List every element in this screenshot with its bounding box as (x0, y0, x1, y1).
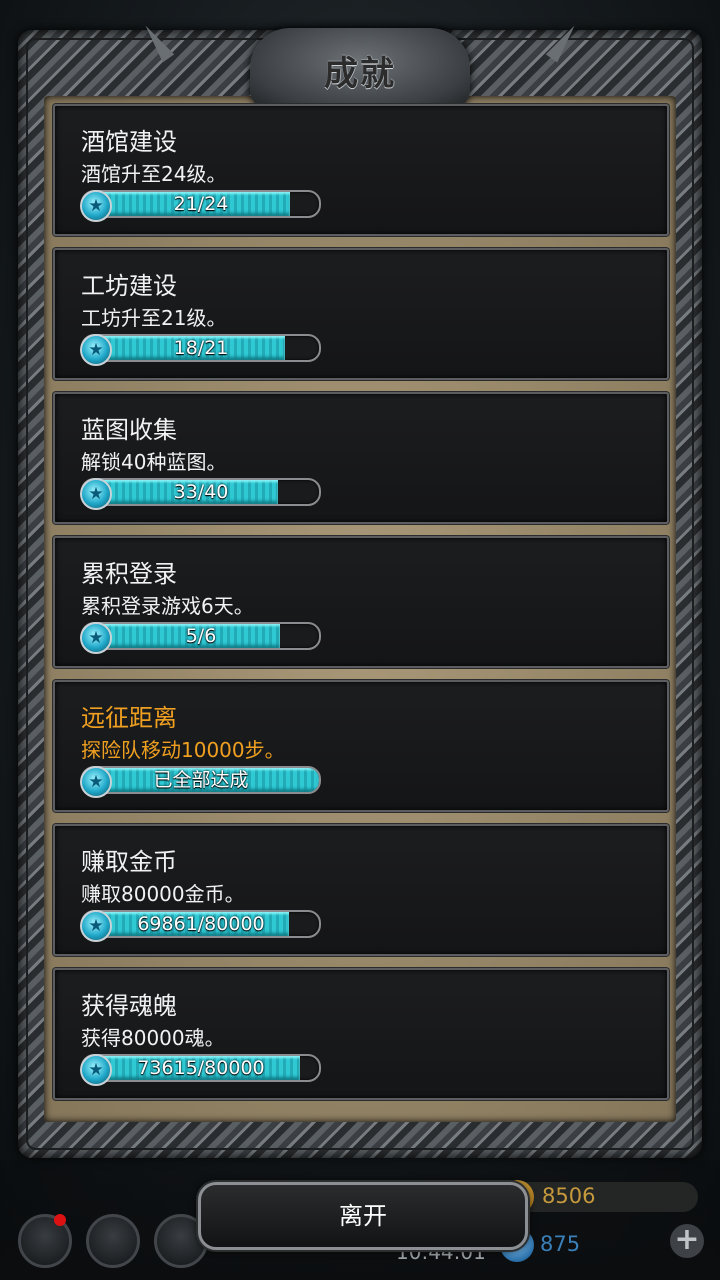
progress-text: 已全部达成 (153, 769, 249, 791)
star-icon: ★ (80, 334, 112, 366)
soul-value: 875 (540, 1232, 581, 1256)
achievement-title: 累积登录 (81, 560, 177, 588)
progress-text: 69861/80000 (137, 913, 265, 935)
achievement-card: 酒馆建设 酒馆升至24级。 21/24 ★ (53, 104, 669, 236)
star-icon: ★ (80, 478, 112, 510)
achievement-card: 赚取金币 赚取80000金币。 69861/80000 ★ (53, 824, 669, 956)
star-icon: ★ (80, 766, 112, 798)
achievement-progress-bar: 33/40 (81, 478, 321, 506)
add-plus-icon[interactable]: + (670, 1224, 704, 1258)
achievement-title: 酒馆建设 (81, 128, 177, 156)
achievement-description: 工坊升至21级。 (81, 306, 227, 330)
achievement-description: 解锁40种蓝图。 (81, 450, 227, 474)
achievement-card: 获得魂魄 获得80000魂。 73615/80000 ★ (53, 968, 669, 1100)
leave-button[interactable]: 离开 (198, 1182, 528, 1250)
achievement-description: 酒馆升至24级。 (81, 162, 227, 186)
achievement-progress-bar: 69861/80000 (81, 910, 321, 938)
achievement-title: 获得魂魄 (81, 992, 177, 1020)
progress-text: 18/21 (173, 337, 229, 359)
progress-text: 21/24 (173, 193, 229, 215)
hud-menu-button[interactable] (86, 1214, 140, 1268)
achievement-card: 累积登录 累积登录游戏6天。 5/6 ★ (53, 536, 669, 668)
achievement-progress-bar: 73615/80000 (81, 1054, 321, 1082)
progress-text: 5/6 (185, 625, 217, 647)
star-icon: ★ (80, 190, 112, 222)
achievement-card: 蓝图收集 解锁40种蓝图。 33/40 ★ (53, 392, 669, 524)
achievement-title: 蓝图收集 (81, 416, 177, 444)
achievement-progress-bar: 21/24 (81, 190, 321, 218)
star-icon: ★ (80, 910, 112, 942)
gold-counter (512, 1182, 698, 1212)
achievement-title: 赚取金币 (81, 848, 177, 876)
notification-dot (54, 1214, 66, 1226)
progress-text: 33/40 (173, 481, 229, 503)
star-icon: ★ (80, 1054, 112, 1086)
achievement-title: 工坊建设 (81, 272, 177, 300)
achievement-description: 探险队移动10000步。 (81, 738, 285, 762)
achievement-card-completed: 远征距离 探险队移动10000步。 已全部达成 ★ (53, 680, 669, 812)
gold-value: 8506 (542, 1184, 596, 1208)
achievement-progress-bar: 18/21 (81, 334, 321, 362)
progress-text: 73615/80000 (137, 1057, 265, 1079)
achievement-title: 远征距离 (81, 704, 177, 732)
achievement-progress-bar: 5/6 (81, 622, 321, 650)
achievement-card: 工坊建设 工坊升至21级。 18/21 ★ (53, 248, 669, 380)
achievement-description: 累积登录游戏6天。 (81, 594, 254, 618)
achievement-description: 获得80000魂。 (81, 1026, 225, 1050)
page-title: 成就 (324, 54, 396, 94)
star-icon: ★ (80, 622, 112, 654)
achievement-description: 赚取80000金币。 (81, 882, 245, 906)
achievement-progress-bar: 已全部达成 (81, 766, 321, 794)
